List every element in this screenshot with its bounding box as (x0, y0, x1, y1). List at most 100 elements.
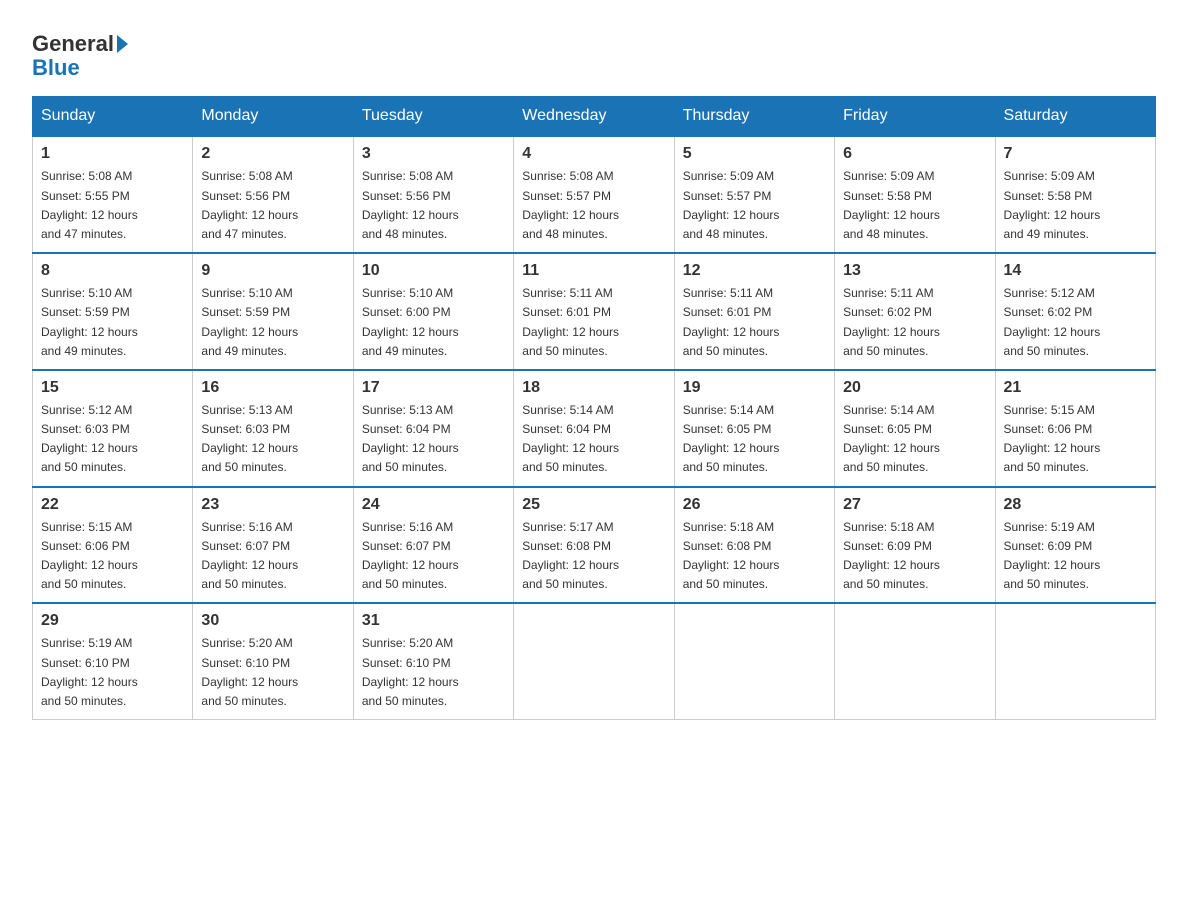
day-info: Sunrise: 5:17 AM Sunset: 6:08 PM Dayligh… (522, 518, 665, 595)
day-number: 11 (522, 262, 665, 280)
logo-arrow-icon (117, 35, 128, 53)
day-info: Sunrise: 5:13 AM Sunset: 6:04 PM Dayligh… (362, 401, 505, 478)
day-info: Sunrise: 5:09 AM Sunset: 5:58 PM Dayligh… (843, 167, 986, 244)
logo-general-text: General (32, 32, 114, 56)
header-sunday: Sunday (33, 97, 193, 137)
calendar-cell: 16 Sunrise: 5:13 AM Sunset: 6:03 PM Dayl… (193, 370, 353, 487)
day-number: 21 (1004, 379, 1147, 397)
calendar-cell: 31 Sunrise: 5:20 AM Sunset: 6:10 PM Dayl… (353, 603, 513, 719)
calendar-cell: 15 Sunrise: 5:12 AM Sunset: 6:03 PM Dayl… (33, 370, 193, 487)
day-number: 12 (683, 262, 826, 280)
day-info: Sunrise: 5:16 AM Sunset: 6:07 PM Dayligh… (201, 518, 344, 595)
day-number: 24 (362, 496, 505, 514)
day-number: 26 (683, 496, 826, 514)
day-number: 20 (843, 379, 986, 397)
calendar-cell: 13 Sunrise: 5:11 AM Sunset: 6:02 PM Dayl… (835, 253, 995, 370)
day-info: Sunrise: 5:10 AM Sunset: 5:59 PM Dayligh… (201, 284, 344, 361)
day-info: Sunrise: 5:18 AM Sunset: 6:09 PM Dayligh… (843, 518, 986, 595)
header-monday: Monday (193, 97, 353, 137)
day-info: Sunrise: 5:14 AM Sunset: 6:05 PM Dayligh… (683, 401, 826, 478)
day-number: 6 (843, 145, 986, 163)
day-info: Sunrise: 5:10 AM Sunset: 6:00 PM Dayligh… (362, 284, 505, 361)
logo-line2: Blue (32, 56, 80, 80)
day-number: 25 (522, 496, 665, 514)
day-number: 8 (41, 262, 184, 280)
calendar-cell: 10 Sunrise: 5:10 AM Sunset: 6:00 PM Dayl… (353, 253, 513, 370)
day-info: Sunrise: 5:08 AM Sunset: 5:57 PM Dayligh… (522, 167, 665, 244)
calendar-cell: 1 Sunrise: 5:08 AM Sunset: 5:55 PM Dayli… (33, 136, 193, 253)
calendar-cell: 19 Sunrise: 5:14 AM Sunset: 6:05 PM Dayl… (674, 370, 834, 487)
day-info: Sunrise: 5:09 AM Sunset: 5:57 PM Dayligh… (683, 167, 826, 244)
day-number: 1 (41, 145, 184, 163)
week-row-3: 15 Sunrise: 5:12 AM Sunset: 6:03 PM Dayl… (33, 370, 1156, 487)
logo-line1: General (32, 32, 131, 56)
week-row-5: 29 Sunrise: 5:19 AM Sunset: 6:10 PM Dayl… (33, 603, 1156, 719)
day-number: 30 (201, 612, 344, 630)
day-number: 10 (362, 262, 505, 280)
day-number: 16 (201, 379, 344, 397)
header-saturday: Saturday (995, 97, 1155, 137)
calendar-cell: 27 Sunrise: 5:18 AM Sunset: 6:09 PM Dayl… (835, 487, 995, 604)
day-number: 17 (362, 379, 505, 397)
day-number: 15 (41, 379, 184, 397)
calendar-cell: 21 Sunrise: 5:15 AM Sunset: 6:06 PM Dayl… (995, 370, 1155, 487)
day-number: 18 (522, 379, 665, 397)
calendar-cell: 2 Sunrise: 5:08 AM Sunset: 5:56 PM Dayli… (193, 136, 353, 253)
day-number: 3 (362, 145, 505, 163)
calendar-cell: 26 Sunrise: 5:18 AM Sunset: 6:08 PM Dayl… (674, 487, 834, 604)
calendar-cell: 18 Sunrise: 5:14 AM Sunset: 6:04 PM Dayl… (514, 370, 674, 487)
day-number: 13 (843, 262, 986, 280)
header-wednesday: Wednesday (514, 97, 674, 137)
calendar-cell: 29 Sunrise: 5:19 AM Sunset: 6:10 PM Dayl… (33, 603, 193, 719)
logo: General Blue (32, 24, 131, 80)
day-info: Sunrise: 5:13 AM Sunset: 6:03 PM Dayligh… (201, 401, 344, 478)
calendar-cell: 6 Sunrise: 5:09 AM Sunset: 5:58 PM Dayli… (835, 136, 995, 253)
calendar-cell: 4 Sunrise: 5:08 AM Sunset: 5:57 PM Dayli… (514, 136, 674, 253)
day-number: 2 (201, 145, 344, 163)
calendar-cell: 5 Sunrise: 5:09 AM Sunset: 5:57 PM Dayli… (674, 136, 834, 253)
calendar-cell: 20 Sunrise: 5:14 AM Sunset: 6:05 PM Dayl… (835, 370, 995, 487)
calendar-cell: 25 Sunrise: 5:17 AM Sunset: 6:08 PM Dayl… (514, 487, 674, 604)
calendar-cell: 28 Sunrise: 5:19 AM Sunset: 6:09 PM Dayl… (995, 487, 1155, 604)
day-info: Sunrise: 5:08 AM Sunset: 5:55 PM Dayligh… (41, 167, 184, 244)
calendar-cell (995, 603, 1155, 719)
day-info: Sunrise: 5:12 AM Sunset: 6:02 PM Dayligh… (1004, 284, 1147, 361)
day-info: Sunrise: 5:19 AM Sunset: 6:09 PM Dayligh… (1004, 518, 1147, 595)
week-row-2: 8 Sunrise: 5:10 AM Sunset: 5:59 PM Dayli… (33, 253, 1156, 370)
calendar-cell (674, 603, 834, 719)
day-info: Sunrise: 5:16 AM Sunset: 6:07 PM Dayligh… (362, 518, 505, 595)
day-info: Sunrise: 5:11 AM Sunset: 6:02 PM Dayligh… (843, 284, 986, 361)
day-number: 27 (843, 496, 986, 514)
week-row-1: 1 Sunrise: 5:08 AM Sunset: 5:55 PM Dayli… (33, 136, 1156, 253)
day-number: 14 (1004, 262, 1147, 280)
day-info: Sunrise: 5:18 AM Sunset: 6:08 PM Dayligh… (683, 518, 826, 595)
day-number: 7 (1004, 145, 1147, 163)
day-number: 19 (683, 379, 826, 397)
day-info: Sunrise: 5:09 AM Sunset: 5:58 PM Dayligh… (1004, 167, 1147, 244)
day-info: Sunrise: 5:11 AM Sunset: 6:01 PM Dayligh… (522, 284, 665, 361)
calendar-cell: 22 Sunrise: 5:15 AM Sunset: 6:06 PM Dayl… (33, 487, 193, 604)
day-number: 5 (683, 145, 826, 163)
day-number: 9 (201, 262, 344, 280)
day-number: 22 (41, 496, 184, 514)
day-info: Sunrise: 5:10 AM Sunset: 5:59 PM Dayligh… (41, 284, 184, 361)
day-number: 31 (362, 612, 505, 630)
calendar-cell: 17 Sunrise: 5:13 AM Sunset: 6:04 PM Dayl… (353, 370, 513, 487)
day-info: Sunrise: 5:08 AM Sunset: 5:56 PM Dayligh… (201, 167, 344, 244)
calendar-cell: 8 Sunrise: 5:10 AM Sunset: 5:59 PM Dayli… (33, 253, 193, 370)
calendar-header-row: SundayMondayTuesdayWednesdayThursdayFrid… (33, 97, 1156, 137)
calendar-cell: 9 Sunrise: 5:10 AM Sunset: 5:59 PM Dayli… (193, 253, 353, 370)
day-info: Sunrise: 5:19 AM Sunset: 6:10 PM Dayligh… (41, 634, 184, 711)
calendar-cell (514, 603, 674, 719)
calendar-cell (835, 603, 995, 719)
calendar-cell: 30 Sunrise: 5:20 AM Sunset: 6:10 PM Dayl… (193, 603, 353, 719)
day-info: Sunrise: 5:14 AM Sunset: 6:05 PM Dayligh… (843, 401, 986, 478)
day-info: Sunrise: 5:12 AM Sunset: 6:03 PM Dayligh… (41, 401, 184, 478)
day-info: Sunrise: 5:20 AM Sunset: 6:10 PM Dayligh… (362, 634, 505, 711)
day-info: Sunrise: 5:11 AM Sunset: 6:01 PM Dayligh… (683, 284, 826, 361)
day-number: 28 (1004, 496, 1147, 514)
calendar-cell: 23 Sunrise: 5:16 AM Sunset: 6:07 PM Dayl… (193, 487, 353, 604)
calendar-cell: 11 Sunrise: 5:11 AM Sunset: 6:01 PM Dayl… (514, 253, 674, 370)
day-number: 4 (522, 145, 665, 163)
calendar-cell: 7 Sunrise: 5:09 AM Sunset: 5:58 PM Dayli… (995, 136, 1155, 253)
